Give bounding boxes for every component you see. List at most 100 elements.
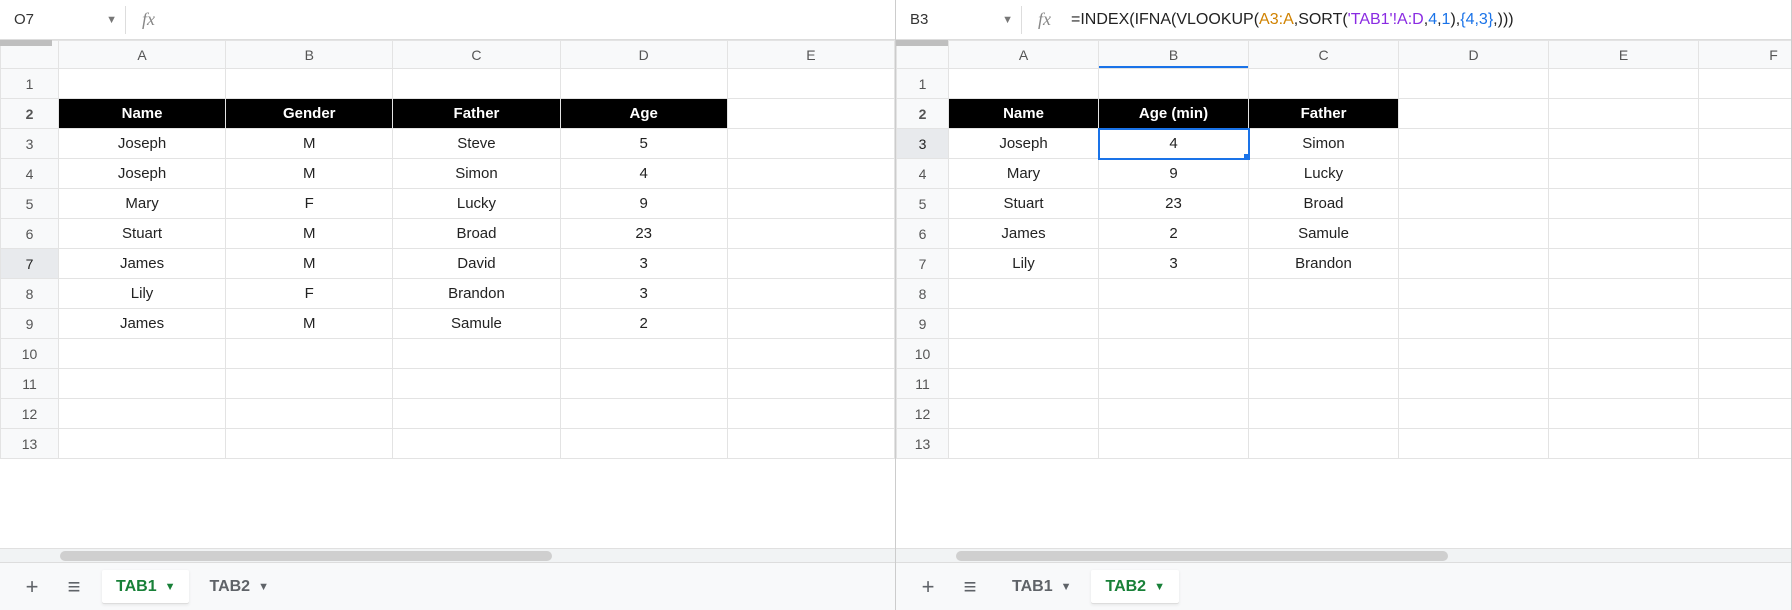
cell-D10[interactable] <box>560 339 727 369</box>
cell-D2[interactable]: Age <box>560 99 727 129</box>
row-header-4[interactable]: 4 <box>1 159 59 189</box>
cell-C12[interactable] <box>393 399 560 429</box>
cell-E9[interactable] <box>727 309 894 339</box>
cell-D12[interactable] <box>560 399 727 429</box>
cell-C4[interactable]: Simon <box>393 159 560 189</box>
name-box[interactable]: B3 ▼ <box>902 6 1022 34</box>
cell-B5[interactable]: 23 <box>1099 189 1249 219</box>
cell-F8[interactable] <box>1699 279 1792 309</box>
cell-C2[interactable]: Father <box>1249 99 1399 129</box>
cell-D10[interactable] <box>1399 339 1549 369</box>
cell-E4[interactable] <box>1549 159 1699 189</box>
cell-E2[interactable] <box>727 99 894 129</box>
cell-E3[interactable] <box>1549 129 1699 159</box>
cell-B10[interactable] <box>226 339 393 369</box>
cell-D9[interactable]: 2 <box>560 309 727 339</box>
cell-C5[interactable]: Lucky <box>393 189 560 219</box>
cell-A1[interactable] <box>58 69 225 99</box>
column-header-F[interactable]: F <box>1699 41 1792 69</box>
cell-A4[interactable]: Mary <box>949 159 1099 189</box>
cell-B10[interactable] <box>1099 339 1249 369</box>
cell-D7[interactable]: 3 <box>560 249 727 279</box>
cell-A8[interactable] <box>949 279 1099 309</box>
chevron-down-icon[interactable]: ▼ <box>1002 14 1013 26</box>
cell-A2[interactable]: Name <box>58 99 225 129</box>
cell-B7[interactable]: M <box>226 249 393 279</box>
cell-E13[interactable] <box>727 429 894 459</box>
row-header-6[interactable]: 6 <box>897 219 949 249</box>
column-header-D[interactable]: D <box>560 41 727 69</box>
cell-E10[interactable] <box>1549 339 1699 369</box>
name-box[interactable]: O7 ▼ <box>6 6 126 34</box>
cell-C8[interactable]: Brandon <box>393 279 560 309</box>
cell-B4[interactable]: M <box>226 159 393 189</box>
cell-E4[interactable] <box>727 159 894 189</box>
cell-D12[interactable] <box>1399 399 1549 429</box>
column-header-C[interactable]: C <box>393 41 560 69</box>
cell-E8[interactable] <box>727 279 894 309</box>
cell-A9[interactable]: James <box>58 309 225 339</box>
cell-D5[interactable]: 9 <box>560 189 727 219</box>
add-sheet-button[interactable]: + <box>914 574 942 600</box>
cell-A5[interactable]: Stuart <box>949 189 1099 219</box>
cell-C10[interactable] <box>1249 339 1399 369</box>
row-header-9[interactable]: 9 <box>897 309 949 339</box>
cell-B7[interactable]: 3 <box>1099 249 1249 279</box>
cell-D2[interactable] <box>1399 99 1549 129</box>
chevron-down-icon[interactable]: ▼ <box>1061 581 1072 593</box>
column-header-B[interactable]: B <box>226 41 393 69</box>
cell-B1[interactable] <box>1099 69 1249 99</box>
sheet-tab-tab2[interactable]: TAB2▼ <box>1091 570 1178 604</box>
cell-A12[interactable] <box>949 399 1099 429</box>
cell-C4[interactable]: Lucky <box>1249 159 1399 189</box>
row-header-5[interactable]: 5 <box>1 189 59 219</box>
cell-A13[interactable] <box>58 429 225 459</box>
cell-A3[interactable]: Joseph <box>58 129 225 159</box>
column-header-E[interactable]: E <box>727 41 894 69</box>
cell-B13[interactable] <box>226 429 393 459</box>
grid[interactable]: ABCDE12NameGenderFatherAge3JosephMSteve5… <box>0 40 895 548</box>
row-header-10[interactable]: 10 <box>1 339 59 369</box>
sheet-tab-tab1[interactable]: TAB1▼ <box>102 570 189 604</box>
cell-D7[interactable] <box>1399 249 1549 279</box>
row-header-8[interactable]: 8 <box>897 279 949 309</box>
row-header-1[interactable]: 1 <box>1 69 59 99</box>
horizontal-scrollbar[interactable] <box>0 548 895 562</box>
cell-C11[interactable] <box>393 369 560 399</box>
cell-D4[interactable] <box>1399 159 1549 189</box>
cell-A13[interactable] <box>949 429 1099 459</box>
cell-E7[interactable] <box>727 249 894 279</box>
cell-E11[interactable] <box>727 369 894 399</box>
cell-D13[interactable] <box>560 429 727 459</box>
row-header-11[interactable]: 11 <box>1 369 59 399</box>
cell-A10[interactable] <box>949 339 1099 369</box>
cell-E10[interactable] <box>727 339 894 369</box>
cell-E5[interactable] <box>1549 189 1699 219</box>
cell-A7[interactable]: James <box>58 249 225 279</box>
cell-E12[interactable] <box>727 399 894 429</box>
cell-E6[interactable] <box>1549 219 1699 249</box>
cell-B4[interactable]: 9 <box>1099 159 1249 189</box>
row-header-12[interactable]: 12 <box>1 399 59 429</box>
cell-D5[interactable] <box>1399 189 1549 219</box>
select-all-corner[interactable] <box>0 40 52 46</box>
cell-A11[interactable] <box>949 369 1099 399</box>
cell-E8[interactable] <box>1549 279 1699 309</box>
sheet-tab-tab1[interactable]: TAB1▼ <box>998 570 1085 604</box>
cell-C3[interactable]: Steve <box>393 129 560 159</box>
cell-A9[interactable] <box>949 309 1099 339</box>
cell-D1[interactable] <box>560 69 727 99</box>
cell-C11[interactable] <box>1249 369 1399 399</box>
sheet-tab-tab2[interactable]: TAB2▼ <box>195 570 282 604</box>
row-header-6[interactable]: 6 <box>1 219 59 249</box>
cell-D8[interactable] <box>1399 279 1549 309</box>
column-header-E[interactable]: E <box>1549 41 1699 69</box>
cell-E5[interactable] <box>727 189 894 219</box>
cell-C13[interactable] <box>1249 429 1399 459</box>
cell-F4[interactable] <box>1699 159 1792 189</box>
cell-D3[interactable]: 5 <box>560 129 727 159</box>
cell-A3[interactable]: Joseph <box>949 129 1099 159</box>
cell-E2[interactable] <box>1549 99 1699 129</box>
cell-E3[interactable] <box>727 129 894 159</box>
cell-D9[interactable] <box>1399 309 1549 339</box>
